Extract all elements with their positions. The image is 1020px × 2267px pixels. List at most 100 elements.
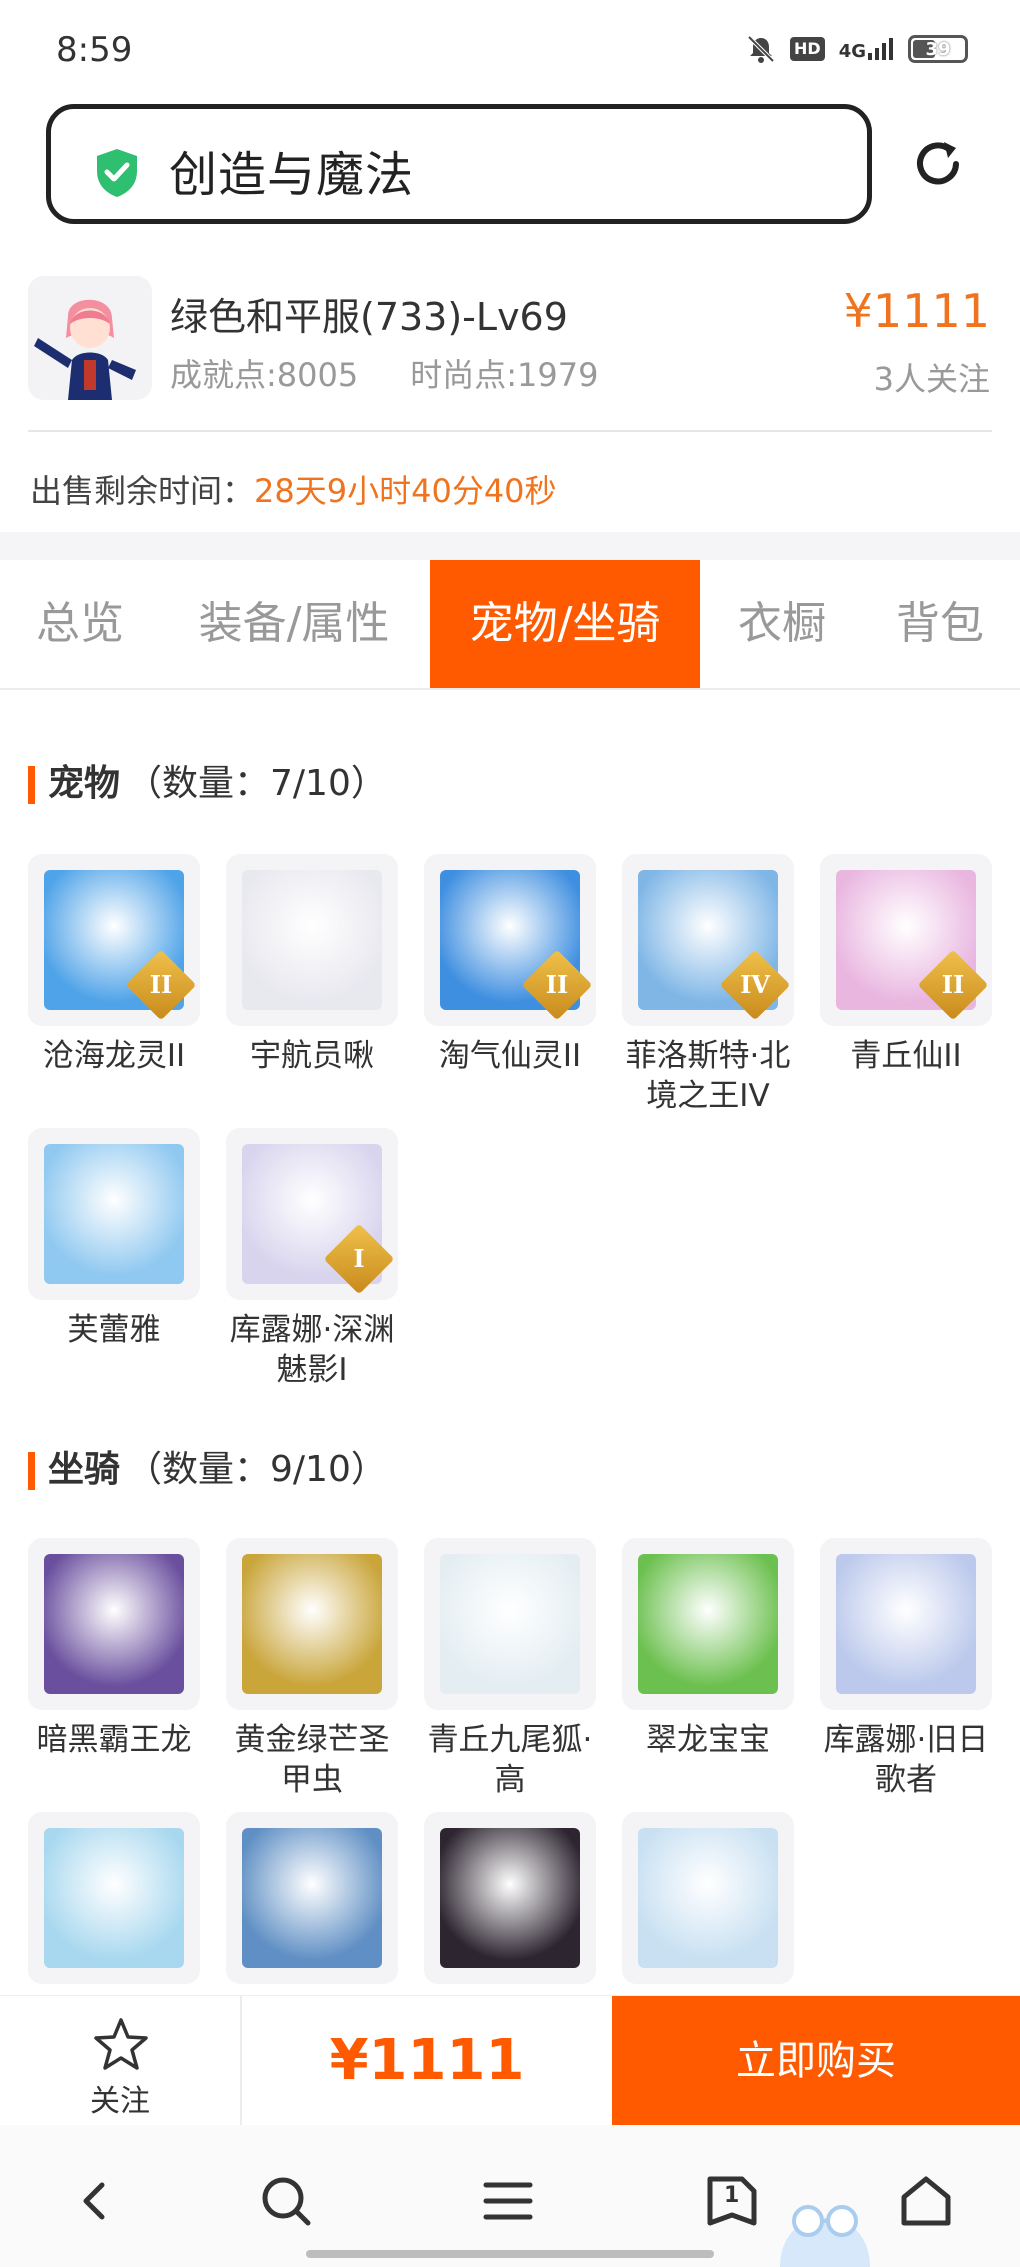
tab-count: 1 (724, 2183, 740, 2208)
browser-nav-bar: 1 (0, 2125, 1020, 2267)
pets-count: （数量：7/10） (126, 763, 387, 804)
mounts-count: （数量：9/10） (126, 1449, 387, 1490)
pet-name: 菲洛斯特·北境之王IV (625, 1038, 791, 1114)
rank-badge: IV (719, 949, 791, 1021)
rank-badge-text: IV (740, 970, 770, 999)
character-avatar (28, 276, 152, 400)
mount-image (226, 1538, 398, 1710)
mount-card[interactable] (424, 1812, 596, 1984)
rank-badge-text: II (545, 970, 569, 999)
mute-bell-icon (747, 35, 775, 63)
pet-image: II (424, 854, 596, 1026)
rank-badge-text: II (149, 970, 173, 999)
buy-now-button[interactable]: 立即购买 (612, 1996, 1020, 2126)
mount-image (226, 1812, 398, 1984)
follower-count: 3人关注 (873, 360, 990, 398)
mount-name: 青丘九尾狐·高 (427, 1722, 593, 1798)
mount-image (622, 1812, 794, 1984)
rank-badge-text: I (353, 1244, 365, 1273)
rank-badge: II (125, 949, 197, 1021)
fashion-points: 时尚点:1979 (410, 356, 599, 394)
listing-title: 绿色和平服(733)-Lv69 (170, 295, 568, 339)
mount-name: 黄金绿芒圣甲虫 (234, 1722, 390, 1798)
pets-section-title: 宠物 （数量：7/10） (28, 762, 387, 806)
achievement-points: 成就点:8005 (170, 356, 359, 394)
screen: 8:59 HD 4G 39 创造与魔法 绿色和平服(733)-Lv69 成就点:… (0, 0, 1020, 2267)
tab-pets-mounts[interactable]: 宠物/坐骑 (430, 560, 700, 688)
pet-name: 库露娜·深渊魅影I (229, 1312, 395, 1388)
remaining-time-label: 出售剩余时间： (30, 472, 255, 510)
remaining-time-value: 28天9小时40分40秒 (254, 472, 557, 510)
tabs-button[interactable]: 1 (702, 2171, 762, 2231)
pet-image: I (226, 1128, 398, 1300)
rank-badge: I (323, 1223, 395, 1295)
shield-check-icon (97, 149, 137, 197)
rank-badge: II (521, 949, 593, 1021)
mount-image (622, 1538, 794, 1710)
section-gap (0, 532, 1020, 560)
pet-card[interactable]: 芙蕾雅 (28, 1128, 200, 1350)
pet-name: 芙蕾雅 (67, 1312, 161, 1348)
mount-card[interactable]: 库露娜·旧日歌者 (820, 1538, 992, 1800)
mount-name: 翠龙宝宝 (646, 1722, 770, 1758)
mount-card[interactable]: 青丘九尾狐·高 (424, 1538, 596, 1800)
tab-wardrobe[interactable]: 衣橱 (712, 560, 852, 688)
mascot-icon (780, 2205, 870, 2267)
mount-card[interactable]: 暗黑霸王龙 (28, 1538, 200, 1760)
tab-overview[interactable]: 总览 (0, 560, 160, 688)
follow-button[interactable]: 关注 (0, 1996, 242, 2126)
pet-card[interactable]: IV 菲洛斯特·北境之王IV (622, 854, 794, 1116)
pets-title: 宠物 (48, 763, 121, 804)
tab-backpack[interactable]: 背包 (870, 560, 1010, 688)
search-icon[interactable] (256, 2171, 316, 2231)
pet-card[interactable]: I 库露娜·深渊魅影I (226, 1128, 398, 1390)
browser-header: 创造与魔法 (0, 100, 1020, 260)
pet-image: IV (622, 854, 794, 1026)
detail-tabs: 总览 装备/属性 宠物/坐骑 衣橱 背包 (0, 560, 1020, 690)
pet-image: II (820, 854, 992, 1026)
mount-image (28, 1812, 200, 1984)
remaining-time: 出售剩余时间：28天9小时40分40秒 (30, 466, 557, 512)
mount-image (424, 1812, 596, 1984)
status-icons: HD 4G 39 (746, 34, 968, 64)
mount-image (820, 1538, 992, 1710)
mount-card[interactable] (622, 1812, 794, 1984)
rank-badge-text: II (941, 970, 965, 999)
status-time: 8:59 (56, 30, 133, 70)
follow-label: 关注 (90, 2084, 150, 2119)
mount-image (28, 1538, 200, 1710)
mount-card[interactable] (226, 1812, 398, 1984)
mounts-title: 坐骑 (48, 1449, 121, 1490)
signal-icon: 4G (839, 38, 894, 61)
pet-name: 淘气仙灵II (438, 1038, 582, 1074)
menu-icon[interactable] (478, 2171, 538, 2231)
pet-name: 青丘仙II (850, 1038, 962, 1074)
star-icon (94, 2018, 148, 2070)
home-icon[interactable] (896, 2171, 956, 2231)
mount-card[interactable]: 黄金绿芒圣甲虫 (226, 1538, 398, 1800)
tab-equipment[interactable]: 装备/属性 (178, 560, 410, 688)
hd-icon: HD (790, 37, 825, 61)
pet-card[interactable]: II 沧海龙灵II (28, 854, 200, 1076)
address-bar[interactable]: 创造与魔法 (46, 104, 872, 224)
back-icon[interactable] (66, 2171, 126, 2231)
mount-name: 库露娜·旧日歌者 (823, 1722, 989, 1798)
pet-name: 沧海龙灵II (42, 1038, 186, 1074)
pet-image (226, 854, 398, 1026)
purchase-bar: 关注 ¥1111 立即购买 (0, 1995, 1020, 2126)
product-card[interactable]: 绿色和平服(733)-Lv69 成就点:8005 时尚点:1979 ¥1111 3… (0, 262, 1020, 532)
pet-card[interactable]: II 淘气仙灵II (424, 854, 596, 1076)
refresh-icon[interactable] (910, 136, 966, 192)
mount-image (424, 1538, 596, 1710)
pet-card[interactable]: II 青丘仙II (820, 854, 992, 1076)
home-indicator[interactable] (306, 2250, 714, 2258)
pet-card[interactable]: 宇航员啾 (226, 854, 398, 1076)
divider (28, 430, 992, 432)
pet-name: 宇航员啾 (250, 1038, 374, 1074)
address-text: 创造与魔法 (169, 147, 415, 203)
status-bar: 8:59 HD 4G 39 (0, 0, 1020, 100)
mount-card[interactable] (28, 1812, 200, 1984)
rank-badge: II (917, 949, 989, 1021)
listing-price: ¥1111 (843, 284, 990, 338)
mount-card[interactable]: 翠龙宝宝 (622, 1538, 794, 1760)
